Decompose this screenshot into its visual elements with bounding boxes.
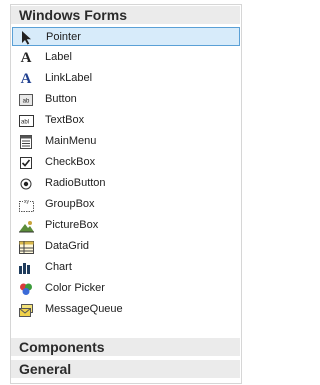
datagrid-icon xyxy=(18,239,34,255)
toolbox-item-label: DataGrid xyxy=(45,240,90,252)
picturebox-icon xyxy=(18,218,34,234)
toolbox-item-mainmenu[interactable]: MainMenu xyxy=(12,132,240,151)
pointer-icon xyxy=(19,30,35,46)
radiobutton-icon xyxy=(18,176,34,192)
toolbox-item-label: Chart xyxy=(45,261,72,273)
toolbox-item-checkbox[interactable]: CheckBox xyxy=(12,153,240,172)
toolbox-item-picturebox[interactable]: PictureBox xyxy=(12,216,240,235)
checkbox-icon xyxy=(18,155,34,171)
toolbox-item-label: PictureBox xyxy=(45,219,99,231)
svg-text:ab: ab xyxy=(23,99,30,105)
toolbox-panel: Windows Forms Pointer A Label A LinkLabe… xyxy=(10,4,242,384)
toolbox-item-label: TextBox xyxy=(45,114,85,126)
toolbox-item-label: Button xyxy=(45,93,77,105)
section-header-general[interactable]: General xyxy=(11,360,240,378)
toolbox-item-label: RadioButton xyxy=(45,177,106,189)
section-header-windows-forms[interactable]: Windows Forms xyxy=(11,6,240,24)
svg-text:abl: abl xyxy=(21,120,29,126)
toolbox-item-button[interactable]: ab Button xyxy=(12,90,240,109)
chart-icon xyxy=(18,260,34,276)
toolbox-item-label: Color Picker xyxy=(45,282,105,294)
toolbox-item-label: GroupBox xyxy=(45,198,95,210)
toolbox-item-messagequeue[interactable]: MessageQueue xyxy=(12,300,240,319)
toolbox-item-label: CheckBox xyxy=(45,156,96,168)
toolbox-item-groupbox[interactable]: xy GroupBox xyxy=(12,195,240,214)
toolbox-item-label-control[interactable]: A Label xyxy=(12,48,240,67)
label-icon: A xyxy=(20,49,32,66)
toolbox-item-color-picker[interactable]: Color Picker xyxy=(12,279,240,298)
toolbox-item-textbox[interactable]: abl TextBox xyxy=(12,111,240,130)
toolbox-item-chart[interactable]: Chart xyxy=(12,258,240,277)
mainmenu-icon xyxy=(18,134,34,150)
toolbox-item-datagrid[interactable]: DataGrid xyxy=(12,237,240,256)
toolbox-item-linklabel[interactable]: A LinkLabel xyxy=(12,69,240,88)
svg-text:xy: xy xyxy=(24,199,30,205)
toolbox-item-pointer[interactable]: Pointer xyxy=(12,27,240,46)
toolbox-item-radiobutton[interactable]: RadioButton xyxy=(12,174,240,193)
linklabel-icon: A xyxy=(20,70,32,87)
color-picker-icon xyxy=(18,281,34,297)
toolbox-item-label: Pointer xyxy=(46,31,81,43)
toolbox-item-label: Label xyxy=(45,51,72,63)
toolbox-item-label: MainMenu xyxy=(45,135,97,147)
textbox-icon: abl xyxy=(18,113,34,129)
toolbox-item-label: LinkLabel xyxy=(45,72,93,84)
messagequeue-icon xyxy=(18,302,34,318)
button-icon: ab xyxy=(18,92,34,108)
toolbox-item-label: MessageQueue xyxy=(45,303,123,315)
groupbox-icon: xy xyxy=(18,197,34,213)
section-header-components[interactable]: Components xyxy=(11,338,240,356)
